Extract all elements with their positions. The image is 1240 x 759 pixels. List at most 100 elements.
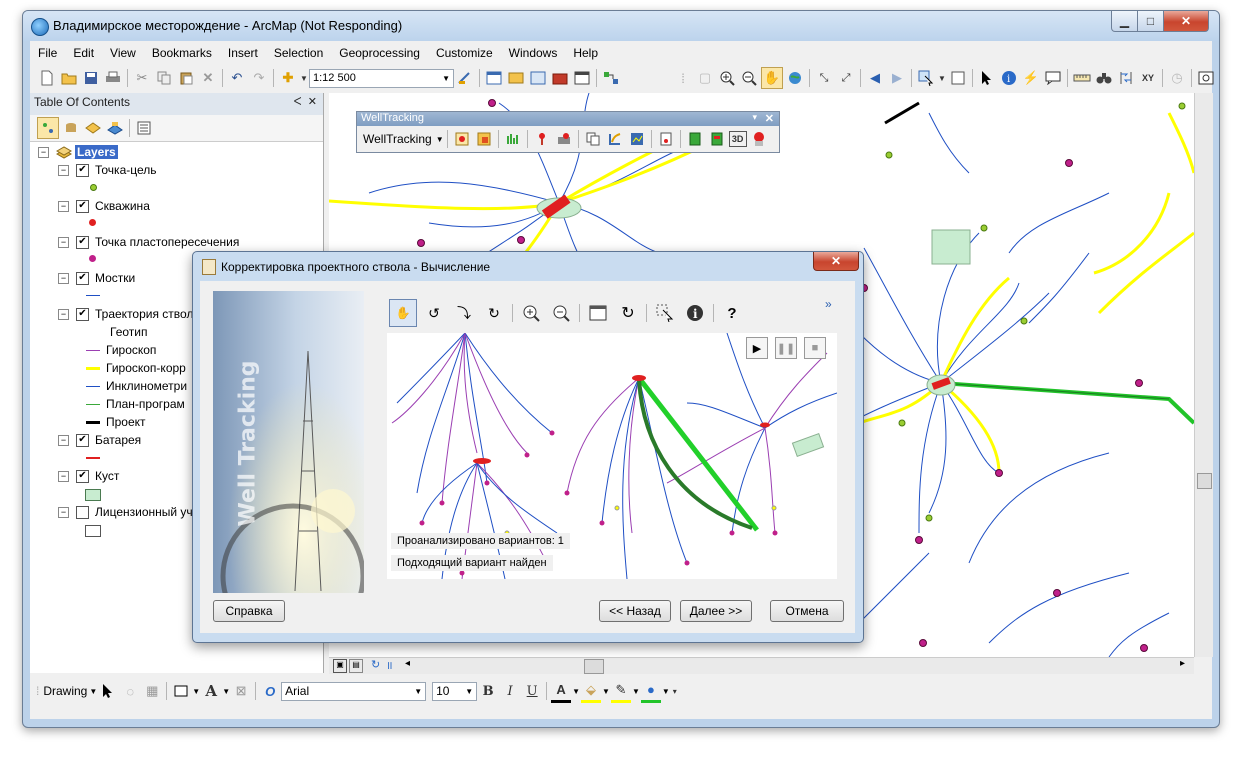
pan-icon[interactable]: ✋ — [761, 67, 783, 89]
well-pad-tool-icon[interactable] — [474, 129, 494, 149]
cancel-button[interactable]: Отмена — [770, 600, 844, 622]
select-elements-icon[interactable] — [98, 681, 118, 701]
toc-options-icon[interactable] — [134, 118, 154, 138]
layer-view-icon[interactable] — [707, 129, 727, 149]
identify-icon[interactable]: i — [999, 68, 1019, 88]
chevron-down-icon[interactable]: ▼ — [192, 687, 200, 696]
back-button[interactable]: << Назад — [599, 600, 671, 622]
menu-customize[interactable]: Customize — [428, 43, 501, 63]
font-color-icon[interactable]: A — [551, 680, 572, 703]
new-text-icon[interactable]: A — [201, 681, 221, 701]
find-route-icon[interactable] — [1116, 68, 1136, 88]
catalog-window-icon[interactable] — [506, 68, 526, 88]
save-icon[interactable] — [81, 68, 101, 88]
layer-visibility-checkbox[interactable]: ✔ — [76, 235, 89, 249]
menu-bookmarks[interactable]: Bookmarks — [144, 43, 220, 63]
scroll-right-icon[interactable]: ▸ — [1180, 658, 1185, 669]
python-window-icon[interactable] — [572, 68, 592, 88]
chevron-down-icon[interactable]: ▼ — [602, 687, 610, 696]
info-icon[interactable]: i — [682, 300, 708, 326]
menu-windows[interactable]: Windows — [501, 43, 566, 63]
copy-trajectory-icon[interactable] — [583, 129, 603, 149]
list-by-source-icon[interactable] — [61, 118, 81, 138]
menu-geoprocessing[interactable]: Geoprocessing — [331, 43, 428, 63]
editor-toolbar-icon[interactable] — [455, 68, 475, 88]
layer-visibility-checkbox[interactable]: ✔ — [76, 163, 89, 177]
close-icon[interactable]: ✕ — [765, 112, 774, 125]
select-elements-icon[interactable] — [977, 68, 997, 88]
layer-tochka-plastoperesecheniya[interactable]: − ✔ Точка пластопересечения — [58, 235, 239, 249]
report-icon[interactable] — [627, 129, 647, 149]
rectangle-icon[interactable] — [171, 681, 191, 701]
more-tools-icon[interactable]: » — [825, 297, 832, 311]
forward-extent-icon[interactable]: ▶ — [887, 68, 907, 88]
layer-visibility-checkbox[interactable]: ✔ — [76, 469, 89, 483]
viewer-window-icon[interactable] — [1196, 68, 1216, 88]
html-popup-icon[interactable] — [1043, 68, 1063, 88]
clear-selection-icon[interactable] — [948, 68, 968, 88]
layer-mostki[interactable]: − ✔ Мостки — [58, 271, 135, 285]
zoom-in-icon[interactable] — [717, 68, 737, 88]
rotate-right-icon[interactable]: ↻ — [481, 300, 507, 326]
paste-icon[interactable] — [176, 68, 196, 88]
section-view-icon[interactable] — [685, 129, 705, 149]
map-vertical-scrollbar[interactable] — [1194, 93, 1213, 657]
callout-icon[interactable]: ⊠ — [231, 681, 251, 701]
new-document-icon[interactable] — [37, 68, 57, 88]
collapse-icon[interactable]: − — [58, 506, 69, 518]
trajectory-chart-icon[interactable] — [503, 129, 523, 149]
layer-visibility-checkbox[interactable]: ✔ — [76, 307, 89, 321]
layout-view-icon[interactable]: ▤ — [349, 659, 363, 673]
go-to-xy-icon[interactable]: XY — [1138, 68, 1158, 88]
target-point-tool-icon[interactable] — [452, 129, 472, 149]
font-size-combo[interactable]: 10 ▼ — [432, 681, 478, 701]
layer-visibility-checkbox[interactable] — [76, 505, 89, 519]
play-icon[interactable]: ▶ — [746, 337, 768, 359]
well-report-icon[interactable] — [749, 129, 769, 149]
print-icon[interactable] — [103, 68, 123, 88]
layer-visibility-checkbox[interactable]: ✔ — [76, 433, 89, 447]
zoom-in-icon[interactable] — [518, 300, 544, 326]
welltracking-toolbar-titlebar[interactable]: WellTracking ▾ ✕ — [357, 112, 779, 126]
select-tool-icon[interactable] — [652, 300, 678, 326]
select-dropdown-icon[interactable]: ▼ — [938, 68, 946, 88]
layer-batareya[interactable]: − ✔ Батарея — [58, 433, 141, 447]
attributes-icon[interactable] — [656, 129, 676, 149]
pan-tool-icon[interactable]: ✋ — [389, 299, 417, 327]
search-window-icon[interactable] — [528, 68, 548, 88]
arctoolbox-icon[interactable] — [550, 68, 570, 88]
measure-icon[interactable] — [1072, 68, 1092, 88]
menu-insert[interactable]: Insert — [220, 43, 266, 63]
chevron-down-icon[interactable]: ▼ — [662, 687, 670, 696]
back-extent-icon[interactable]: ◀ — [865, 68, 885, 88]
list-by-drawing-order-icon[interactable] — [37, 117, 59, 139]
window-view-icon[interactable] — [585, 300, 611, 326]
underline-icon[interactable]: U — [522, 681, 542, 701]
minimize-button[interactable]: ▁ — [1111, 11, 1138, 32]
view-3d-icon[interactable]: 3D — [728, 131, 747, 147]
find-icon[interactable] — [1094, 68, 1114, 88]
map-scale-combo[interactable]: 1:12 500 ▼ — [309, 68, 454, 88]
fill-color-icon[interactable]: ⬙ — [581, 680, 602, 703]
scroll-thumb[interactable] — [1197, 473, 1212, 489]
menu-file[interactable]: File — [30, 43, 65, 63]
layer-visibility-checkbox[interactable]: ✔ — [76, 271, 89, 285]
help-button[interactable]: Справка — [213, 600, 285, 622]
title-bar[interactable]: Владимирское месторождение - ArcMap (Not… — [23, 11, 1219, 41]
close-button[interactable]: ✕ — [1163, 11, 1209, 32]
layer-traektoriya-stvola[interactable]: − ✔ Траектория ствол — [58, 307, 193, 321]
welltracking-menu[interactable]: WellTracking — [359, 132, 436, 146]
chevron-down-icon[interactable]: ▼ — [89, 687, 97, 696]
bold-icon[interactable]: B — [478, 681, 498, 701]
chevron-down-icon[interactable]: ▼ — [436, 135, 444, 144]
marker-color-icon[interactable]: ● — [640, 680, 661, 703]
chevron-down-icon[interactable]: ▼ — [222, 687, 230, 696]
line-color-icon[interactable]: ✎ — [610, 680, 631, 703]
add-data-dropdown-icon[interactable]: ▼ — [300, 68, 308, 88]
pause-drawing-icon[interactable]: ॥ — [386, 658, 393, 673]
refresh-icon[interactable]: ↻ — [615, 300, 641, 326]
layers-root[interactable]: − Layers — [38, 145, 118, 159]
zoom-out-icon[interactable] — [739, 68, 759, 88]
trajectory-preview-canvas[interactable]: ▶ ❚❚ ■ Проанализировано вариантов: 1 Под… — [387, 333, 837, 579]
italic-icon[interactable]: I — [500, 681, 520, 701]
